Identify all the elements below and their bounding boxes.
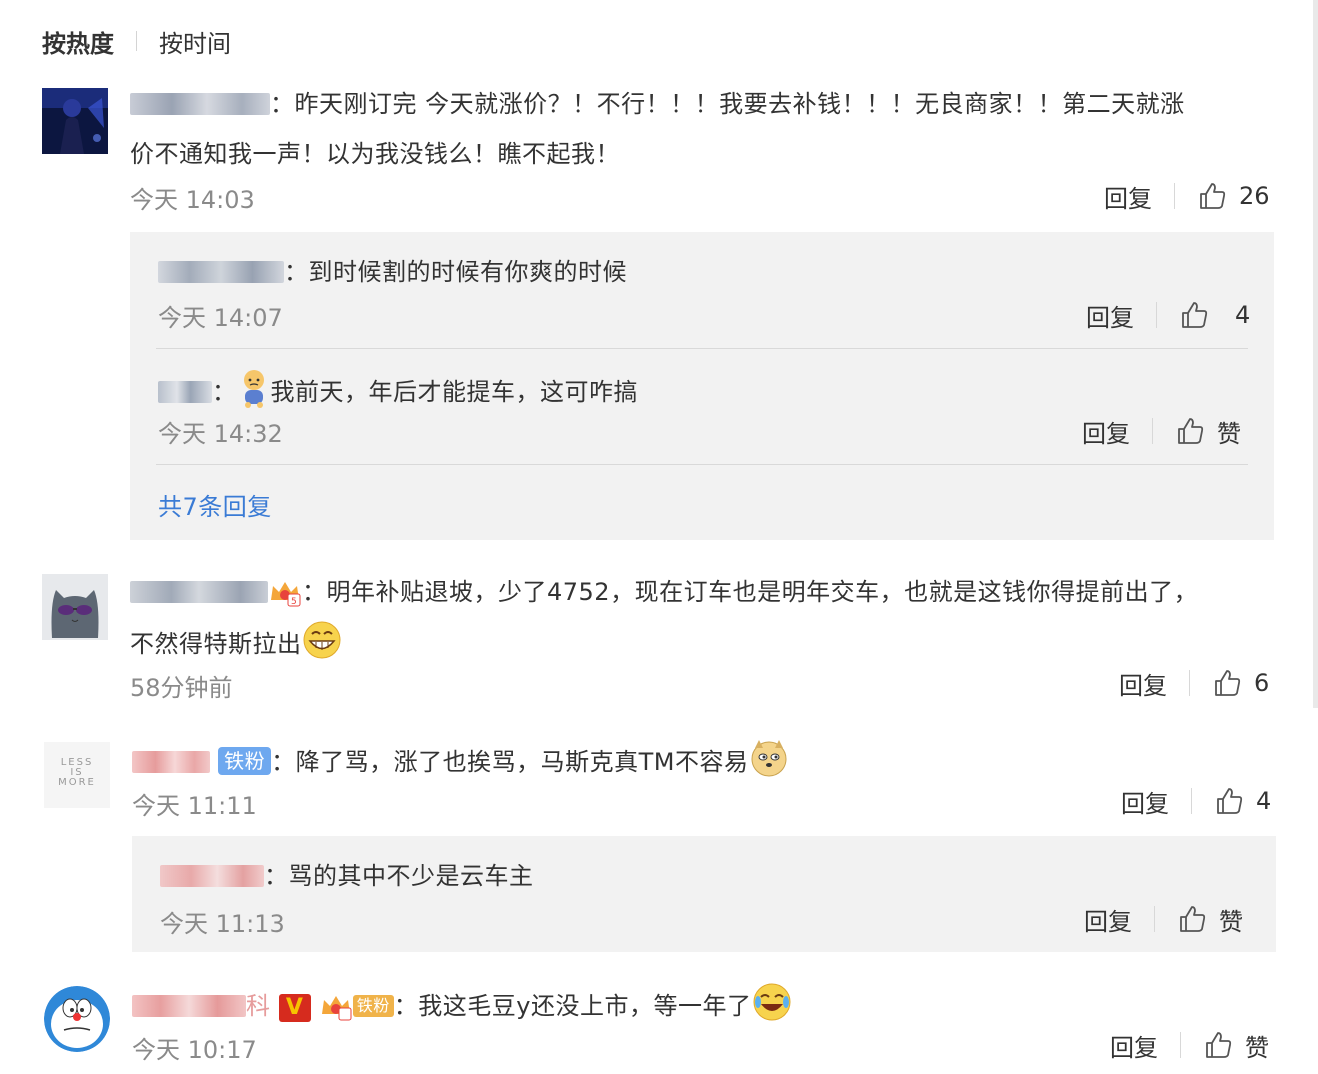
crown-membership-icon: 5 <box>271 582 301 607</box>
fan-badge[interactable]: 铁粉 <box>352 995 394 1017</box>
divider <box>1152 418 1153 444</box>
blurred-username[interactable] <box>160 865 264 887</box>
username-suffix[interactable]: 科 <box>246 992 271 1020</box>
reply-actions: 回复 赞 <box>1084 901 1243 937</box>
crown-membership-icon <box>321 996 352 1021</box>
more-replies-link[interactable]: 共7条回复 <box>158 487 272 522</box>
reply-button[interactable]: 回复 <box>1121 784 1169 819</box>
thumbs-up-icon[interactable] <box>1214 786 1244 816</box>
blurred-username[interactable] <box>130 93 270 115</box>
comment-time: 今天 14:03 <box>130 186 255 214</box>
avatar[interactable] <box>44 986 110 1052</box>
reply-time: 今天 14:07 <box>158 304 283 332</box>
reply-body: 我前天，年后才能提车，这可咋搞 <box>270 378 638 406</box>
divider <box>1156 302 1157 328</box>
sort-bar: 按热度 按时间 <box>42 22 231 60</box>
reply-time: 今天 11:13 <box>160 910 285 938</box>
reply-text: ：骂的其中不少是云车主 <box>160 856 534 891</box>
comment-text: ：昨天刚订完 今天就涨价？！不行！！！我要去补钱！！！无良商家！！第二天就涨 <box>130 84 1185 119</box>
like-label[interactable]: 赞 <box>1217 414 1241 449</box>
blurred-username[interactable] <box>158 381 212 403</box>
comment-text-line2: 价不通知我一声！以为我没钱么！瞧不起我！ <box>130 140 620 168</box>
divider <box>156 464 1248 465</box>
reply-button[interactable]: 回复 <box>1110 1028 1158 1063</box>
like-count: 4 <box>1256 787 1272 815</box>
comment-body: 不然得特斯拉出 <box>130 630 302 658</box>
reply-body: ：骂的其中不少是云车主 <box>264 862 534 890</box>
reply-body: ：到时候割的时候有你爽的时候 <box>284 258 627 286</box>
divider <box>1174 183 1175 209</box>
reply-button[interactable]: 回复 <box>1119 666 1167 701</box>
svg-text:5: 5 <box>291 597 297 607</box>
divider <box>136 31 137 51</box>
blurred-username[interactable] <box>132 995 246 1017</box>
reply-actions: 回复 赞 <box>1082 413 1241 449</box>
reply-button[interactable]: 回复 <box>1086 298 1134 333</box>
comment-actions: 回复 赞 <box>1110 1027 1269 1063</box>
divider <box>1191 788 1192 814</box>
comment-text-line2: 不然得特斯拉出 <box>130 620 342 660</box>
sort-by-hot-tab[interactable]: 按热度 <box>42 24 114 59</box>
comment-text: 科 V 铁粉 ：我这毛豆y还没上市，等一年了 <box>132 982 792 1022</box>
like-count: 4 <box>1235 301 1251 329</box>
comment-text: 铁粉 ：降了骂，涨了也挨骂，马斯克真TM不容易 <box>132 738 789 778</box>
comment-time: 今天 11:11 <box>132 792 257 820</box>
divider <box>156 348 1248 349</box>
sort-by-time-tab[interactable]: 按时间 <box>159 24 231 59</box>
like-count: 6 <box>1254 669 1270 697</box>
reply-time: 今天 14:32 <box>158 420 283 448</box>
avatar[interactable] <box>42 574 108 640</box>
fan-badge[interactable]: 铁粉 <box>218 747 272 775</box>
sad-baby-emoji-icon <box>243 370 264 408</box>
avatar[interactable]: LESS IS MORE <box>44 742 110 808</box>
comment-body: ：明年补贴退坡，少了4752，现在订车也是明年交车，也就是这钱你得提前出了， <box>302 578 1199 606</box>
thumbs-up-icon[interactable] <box>1177 904 1207 934</box>
comment-actions: 回复 6 <box>1119 665 1269 701</box>
comment-time: 58分钟前 <box>130 674 233 702</box>
thumbs-up-icon[interactable] <box>1212 668 1242 698</box>
laugh-cry-emoji-icon <box>753 983 790 1021</box>
thumbs-up-icon[interactable] <box>1197 181 1227 211</box>
comment-text: 5 ：明年补贴退坡，少了4752，现在订车也是明年交车，也就是这钱你得提前出了， <box>130 572 1198 608</box>
reply-button[interactable]: 回复 <box>1084 902 1132 937</box>
like-count: 26 <box>1239 182 1270 210</box>
reply-text: ：我前天，年后才能提车，这可咋搞 <box>158 368 638 408</box>
doge-emoji-icon <box>751 740 787 777</box>
grin-emoji-icon <box>303 621 340 659</box>
avatar[interactable] <box>42 88 108 154</box>
avatar-text: MORE <box>58 777 96 788</box>
blurred-username[interactable] <box>130 581 268 603</box>
thumbs-up-icon[interactable] <box>1179 300 1209 330</box>
like-label[interactable]: 赞 <box>1245 1028 1269 1063</box>
blurred-username[interactable] <box>132 751 210 773</box>
comment-time: 今天 10:17 <box>132 1036 257 1064</box>
reply-button[interactable]: 回复 <box>1082 414 1130 449</box>
comment-body: ：我这毛豆y还没上市，等一年了 <box>393 992 752 1020</box>
reply-button[interactable]: 回复 <box>1104 179 1152 214</box>
thumbs-up-icon[interactable] <box>1203 1030 1233 1060</box>
comment-actions: 回复 4 <box>1121 783 1271 819</box>
reply-actions: 回复 4 <box>1086 297 1250 333</box>
divider <box>1154 906 1155 932</box>
scrollbar[interactable] <box>1313 0 1318 708</box>
verified-v-badge[interactable]: V <box>278 994 311 1022</box>
comment-actions: 回复 26 <box>1104 178 1270 214</box>
thumbs-up-icon[interactable] <box>1175 416 1205 446</box>
comment-body: ：昨天刚订完 今天就涨价？！不行！！！我要去补钱！！！无良商家！！第二天就涨 <box>270 90 1185 118</box>
comment-body: ：降了骂，涨了也挨骂，马斯克真TM不容易 <box>271 748 749 776</box>
like-label[interactable]: 赞 <box>1219 902 1243 937</box>
blurred-username[interactable] <box>158 261 284 283</box>
reply-text: ：到时候割的时候有你爽的时候 <box>158 252 627 287</box>
divider <box>1189 670 1190 696</box>
divider <box>1180 1032 1181 1058</box>
